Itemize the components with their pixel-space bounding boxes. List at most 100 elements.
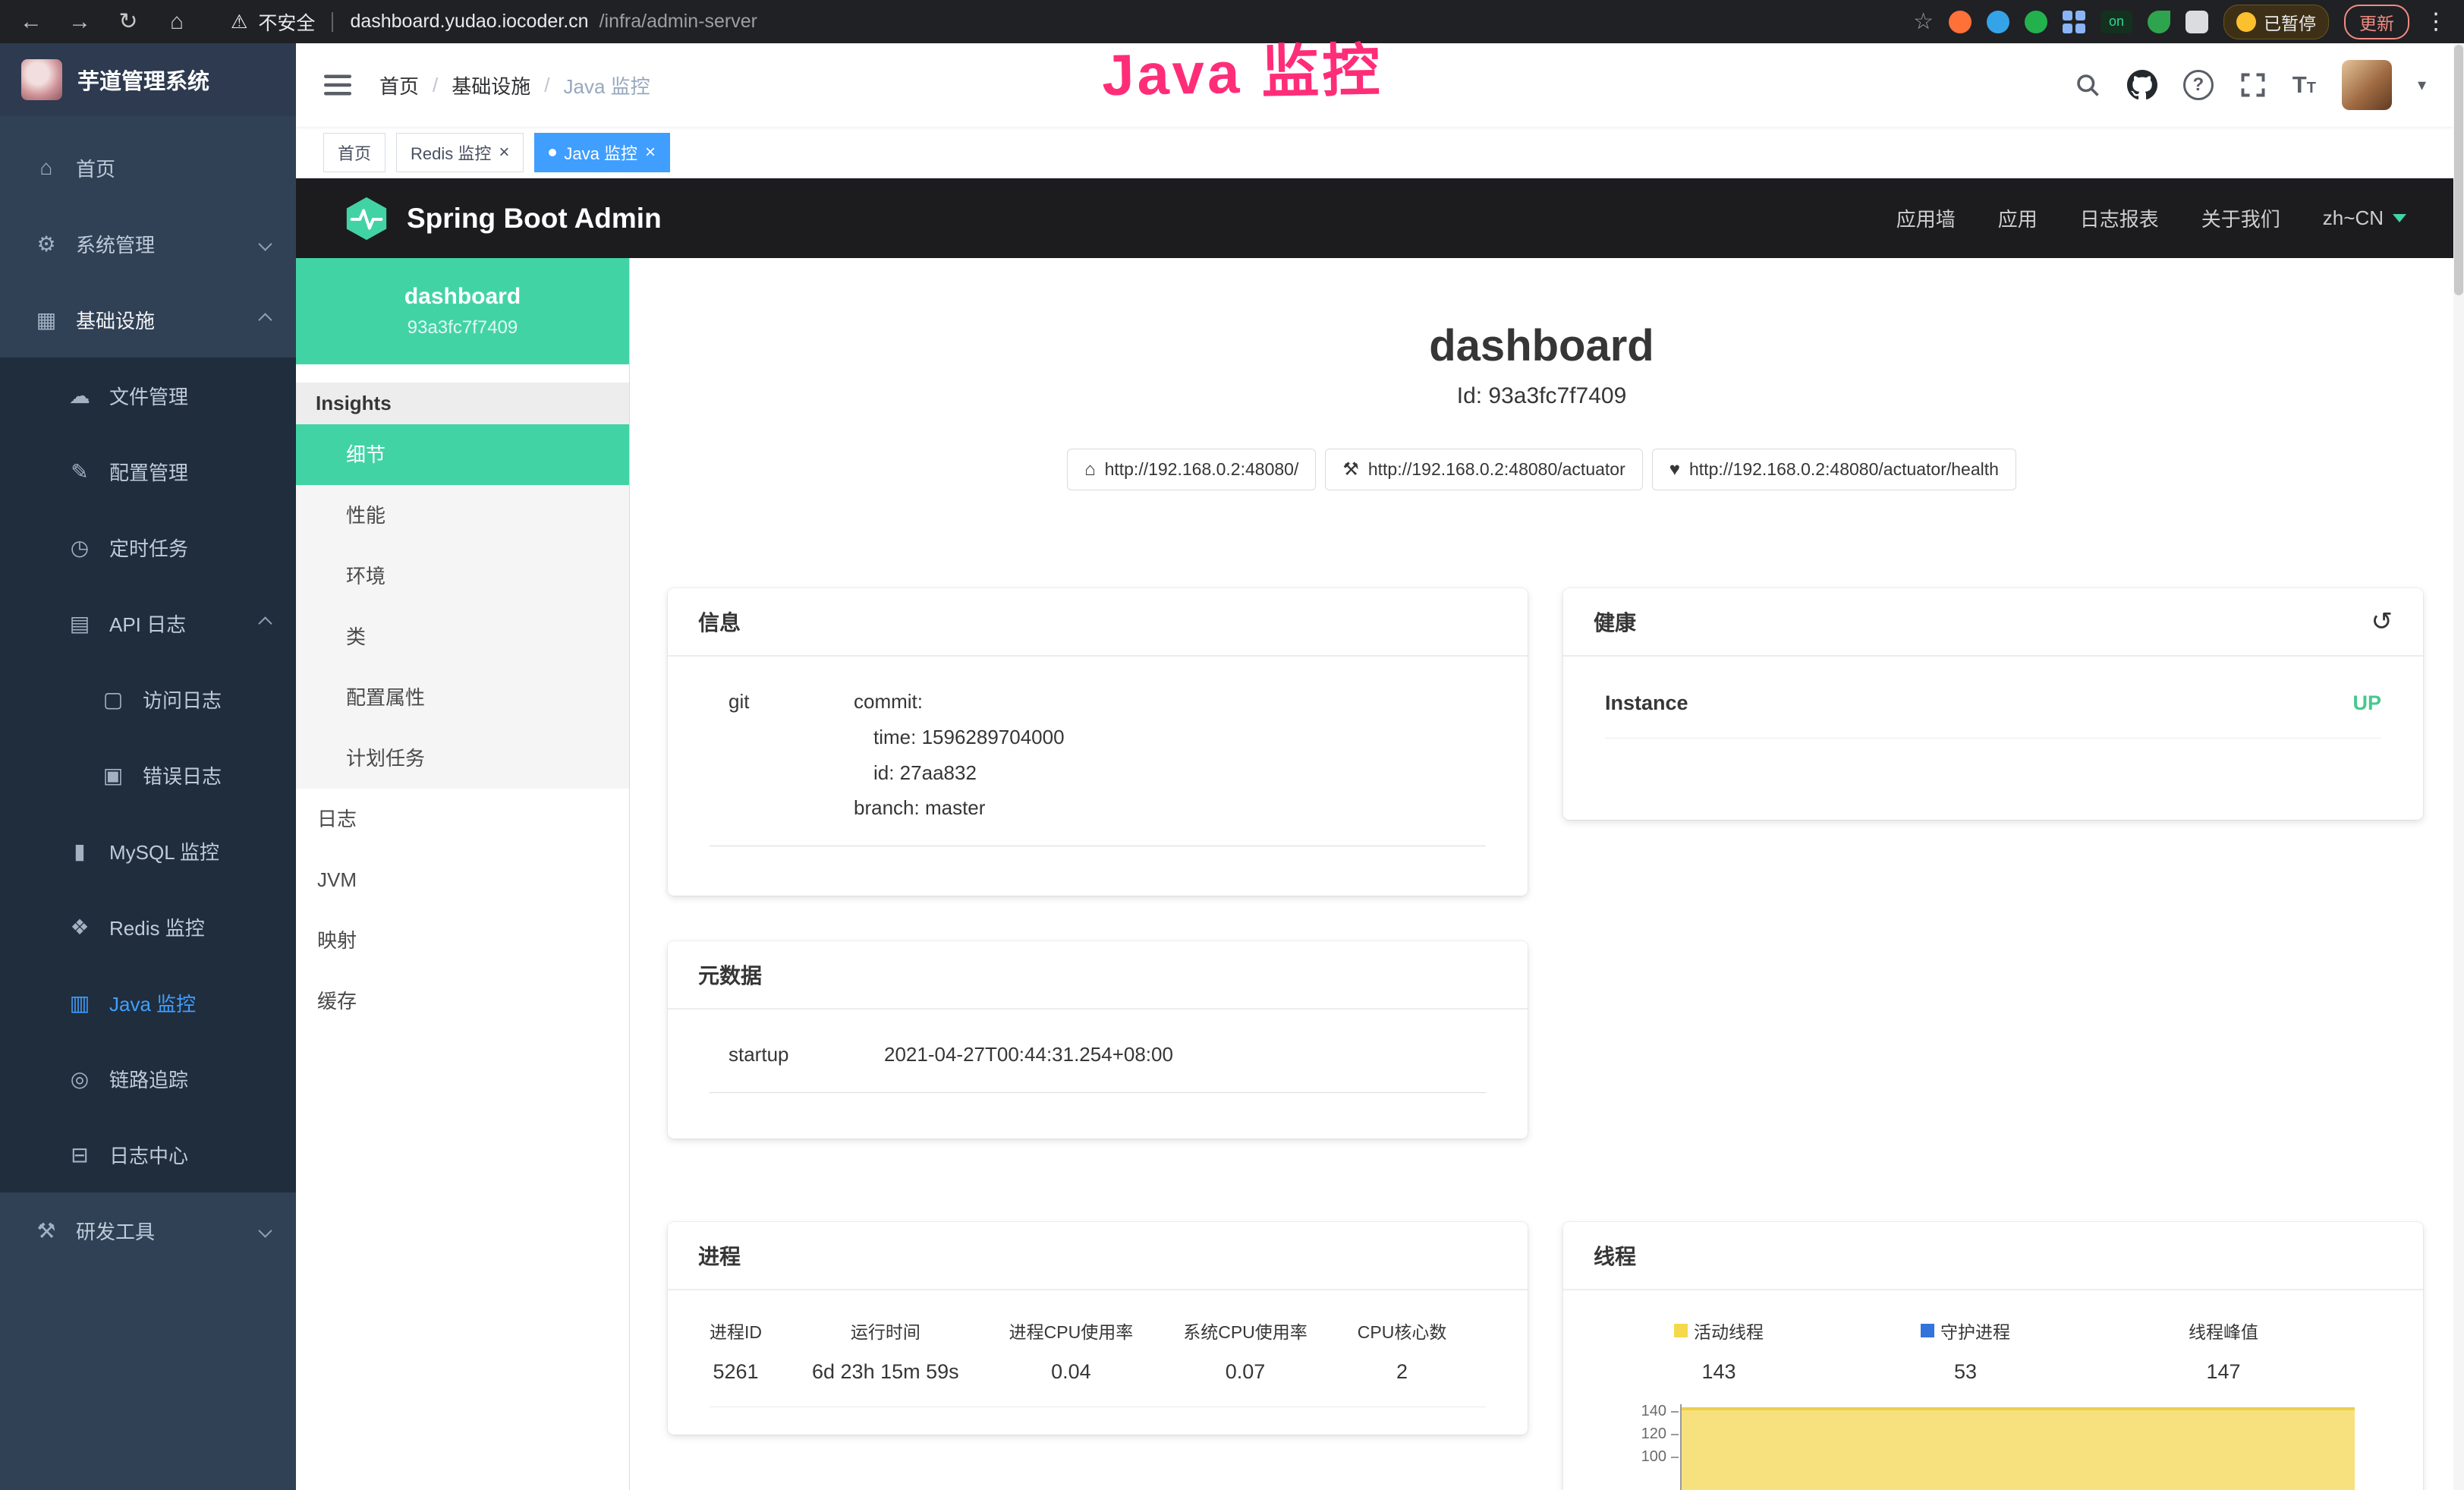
sba-language-selector[interactable]: zh~CN (2323, 206, 2406, 230)
extensions-puzzle-icon[interactable] (2186, 11, 2208, 33)
sba-nav-wall[interactable]: 应用墙 (1896, 204, 1956, 232)
extension-grid-icon[interactable] (2063, 11, 2085, 33)
extension-leaf-icon[interactable] (2148, 11, 2170, 33)
instance-base-url-button[interactable]: ⌂ http://192.168.0.2:48080/ (1067, 449, 1316, 490)
extension-on-badge[interactable]: on (2101, 11, 2132, 33)
sidebar-item-file-management[interactable]: ☁ 文件管理 (0, 358, 296, 433)
paused-badge[interactable]: 已暂停 (2223, 5, 2329, 39)
sba-brand[interactable]: Spring Boot Admin (343, 195, 662, 242)
breadcrumb: 首页 / 基础设施 / Java 监控 (379, 71, 650, 99)
sidebar-item-mysql-monitor[interactable]: ▮ MySQL 监控 (0, 813, 296, 889)
github-icon[interactable] (2127, 70, 2157, 100)
monitor-icon: ▦ (33, 307, 59, 332)
metadata-key: startup (710, 1037, 884, 1073)
bookmark-star-icon[interactable]: ☆ (1913, 8, 1934, 35)
close-icon[interactable]: × (499, 142, 509, 163)
breadcrumb-home[interactable]: 首页 (379, 71, 419, 99)
heart-icon: ♥ (1669, 459, 1680, 480)
instance-health-url-button[interactable]: ♥ http://192.168.0.2:48080/actuator/heal… (1652, 449, 2016, 490)
app-sidebar: 芋道管理系统 ⌂ 首页 ⚙ 系统管理 ▦ 基础设施 ☁ 文件管理 (0, 43, 296, 1490)
threads-card: 线程 活动线程 143 守护进程 53 (1563, 1222, 2423, 1490)
sidebar-item-trace[interactable]: ◎ 链路追踪 (0, 1041, 296, 1117)
sba-menu-classes[interactable]: 类 (296, 606, 629, 667)
close-icon[interactable]: × (645, 142, 656, 163)
sidebar-item-redis-monitor[interactable]: ❖ Redis 监控 (0, 889, 296, 965)
sidebar-item-label: 日志中心 (109, 1141, 188, 1169)
sba-nav-applications[interactable]: 应用 (1998, 204, 2038, 232)
font-size-icon[interactable]: TT (2292, 71, 2316, 99)
access-log-icon: ▢ (100, 687, 126, 712)
sba-instance-block[interactable]: dashboard 93a3fc7f7409 (296, 258, 629, 364)
health-instance-row[interactable]: Instance UP (1605, 682, 2381, 739)
sba-menu-performance[interactable]: 性能 (296, 485, 629, 546)
browser-home-icon[interactable]: ⌂ (162, 9, 191, 35)
y-axis-tick-label: 140 (1632, 1403, 1666, 1420)
address-host: dashboard.yudao.iocoder.cn (350, 11, 588, 33)
sba-nav-about[interactable]: 关于我们 (2201, 204, 2280, 232)
sidebar-toggle-icon[interactable] (323, 74, 352, 96)
sidebar-item-log-center[interactable]: ⊟ 日志中心 (0, 1117, 296, 1192)
sidebar-item-error-log[interactable]: ▣ 错误日志 (0, 737, 296, 813)
sba-menu-mappings[interactable]: 映射 (296, 910, 629, 971)
sba-menu-scheduled-tasks[interactable]: 计划任务 (296, 728, 629, 789)
cell-value: 2 (1358, 1360, 1447, 1384)
instance-title: dashboard (630, 320, 2453, 371)
extension-drop-icon[interactable] (1987, 11, 2009, 33)
help-icon[interactable]: ? (2183, 70, 2214, 100)
sidebar-item-dev-tools[interactable]: ⚒ 研发工具 (0, 1192, 296, 1268)
process-card: 进程 进程ID 5261 运行时间 6d 23h 15m 59s 进程CPU使用… (668, 1222, 1528, 1435)
sba-menu-caches[interactable]: 缓存 (296, 971, 629, 1032)
sidebar-item-label: 文件管理 (109, 382, 188, 410)
scrollbar-thumb[interactable] (2454, 45, 2463, 295)
cell-value: 0.07 (1183, 1360, 1308, 1384)
page-scrollbar[interactable] (2453, 43, 2464, 1490)
fullscreen-icon[interactable] (2239, 71, 2267, 99)
app-logo-row[interactable]: 芋道管理系统 (0, 43, 296, 116)
sidebar-item-label: MySQL 监控 (109, 837, 219, 865)
address-bar[interactable]: ⚠ 不安全 dashboard.yudao.iocoder.cn/infra/a… (231, 8, 757, 36)
sidebar-item-label: 定时任务 (109, 534, 188, 562)
sba-menu-environment[interactable]: 环境 (296, 546, 629, 606)
sidebar-item-config-management[interactable]: ✎ 配置管理 (0, 433, 296, 509)
legend-label: 守护进程 (1940, 1318, 2010, 1344)
tab-redis-monitor[interactable]: Redis 监控 × (396, 133, 524, 172)
sidebar-menu: ⌂ 首页 ⚙ 系统管理 ▦ 基础设施 ☁ 文件管理 ✎ 配置管理 (0, 116, 296, 1268)
user-avatar[interactable] (2342, 60, 2392, 110)
sidebar-item-system[interactable]: ⚙ 系统管理 (0, 206, 296, 282)
browser-reload-icon[interactable]: ↻ (114, 8, 143, 35)
status-badge: UP (2352, 691, 2381, 715)
search-icon[interactable] (2074, 71, 2101, 99)
sba-menu-jvm[interactable]: JVM (296, 849, 629, 910)
extension-green-circle-icon[interactable] (2025, 11, 2047, 33)
sba-menu-config-properties[interactable]: 配置属性 (296, 667, 629, 728)
sba-nav-links: 应用墙 应用 日志报表 关于我们 zh~CN (1896, 204, 2406, 232)
tab-home[interactable]: 首页 (323, 133, 385, 172)
sidebar-item-access-log[interactable]: ▢ 访问日志 (0, 661, 296, 737)
tab-java-monitor[interactable]: Java 监控 × (534, 133, 670, 172)
api-log-icon: ▤ (67, 611, 93, 636)
sidebar-item-java-monitor[interactable]: ▥ Java 监控 (0, 965, 296, 1041)
sba-nav-log-reports[interactable]: 日志报表 (2080, 204, 2159, 232)
sba-menu-logfile[interactable]: 日志 (296, 789, 629, 849)
sidebar-item-infrastructure[interactable]: ▦ 基础设施 (0, 282, 296, 358)
sidebar-item-label: Redis 监控 (109, 913, 205, 941)
sidebar-item-scheduled-jobs[interactable]: ◷ 定时任务 (0, 509, 296, 585)
browser-back-icon[interactable]: ← (17, 9, 46, 35)
browser-update-button[interactable]: 更新 (2344, 5, 2409, 39)
sidebar-item-api-log[interactable]: ▤ API 日志 (0, 585, 296, 661)
gear-icon: ⚙ (33, 232, 59, 257)
browser-menu-icon[interactable]: ⋮ (2425, 8, 2447, 35)
column-header: 系统CPU使用率 (1183, 1318, 1308, 1344)
browser-forward-icon[interactable]: → (65, 9, 94, 35)
breadcrumb-section[interactable]: 基础设施 (452, 71, 530, 99)
address-divider (332, 12, 333, 32)
extension-fox-icon[interactable] (1949, 11, 1972, 33)
sba-menu-details[interactable]: 细节 (296, 424, 629, 485)
metadata-row-startup: startup 2021-04-27T00:44:31.254+08:00 (710, 1028, 1486, 1093)
legend-label: 活动线程 (1694, 1318, 1764, 1344)
sidebar-item-home[interactable]: ⌂ 首页 (0, 130, 296, 206)
avatar-caret-icon[interactable]: ▾ (2418, 75, 2426, 95)
history-icon[interactable]: ↺ (2371, 606, 2393, 637)
font-size-small: T (2307, 80, 2316, 96)
instance-actuator-url-button[interactable]: ⚒ http://192.168.0.2:48080/actuator (1325, 449, 1642, 490)
